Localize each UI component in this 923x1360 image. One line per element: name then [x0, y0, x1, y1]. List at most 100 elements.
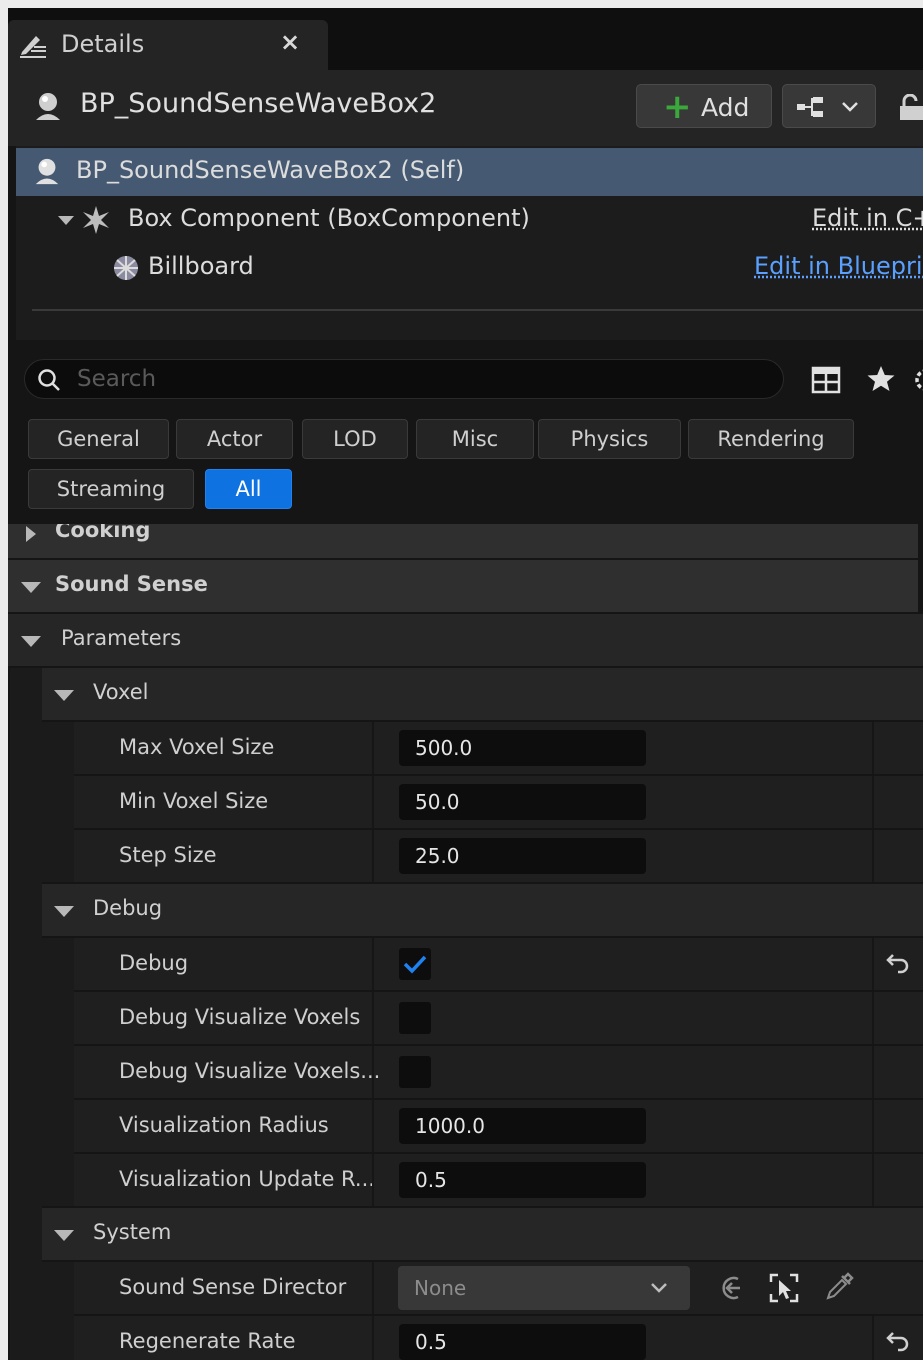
select-actor-icon[interactable] — [768, 1272, 800, 1304]
tab-details[interactable]: Details × — [8, 20, 328, 70]
column-divider[interactable] — [372, 938, 374, 990]
collapse-arrow-icon[interactable] — [21, 636, 41, 647]
filter-physics-button[interactable]: Physics — [538, 419, 681, 459]
indent-guide — [10, 668, 42, 1360]
use-selected-asset-icon[interactable] — [716, 1274, 748, 1302]
column-divider — [872, 722, 874, 774]
column-divider[interactable] — [372, 1316, 374, 1360]
category-cooking-label: Cooking — [55, 524, 151, 542]
column-divider[interactable] — [372, 1100, 374, 1152]
column-divider[interactable] — [372, 776, 374, 828]
property-label: Debug Visualize Voxels... — [119, 1059, 381, 1083]
favorites-star-icon[interactable] — [866, 364, 896, 394]
indent-guide — [42, 722, 74, 882]
tab-title: Details — [61, 30, 145, 58]
search-input[interactable] — [77, 363, 757, 395]
column-divider — [872, 776, 874, 828]
category-sound-sense[interactable]: Sound Sense — [8, 560, 918, 612]
search-icon — [38, 369, 60, 391]
tree-billboard-label: Billboard — [148, 252, 254, 280]
billboard-icon — [114, 256, 138, 280]
edit-in-blueprint-link[interactable]: Edit in Blueprint — [754, 252, 923, 280]
property-regenerate-rate: Regenerate Rate 0.5 — [74, 1316, 923, 1360]
property-label: Visualization Radius — [119, 1113, 329, 1137]
search-box[interactable] — [24, 359, 784, 399]
column-divider[interactable] — [372, 992, 374, 1044]
edit-in-cpp-link[interactable]: Edit in C++ — [812, 204, 923, 232]
category-sound-sense-label: Sound Sense — [55, 572, 208, 596]
plus-icon: + — [663, 87, 692, 127]
property-label: Regenerate Rate — [119, 1329, 296, 1353]
category-cooking[interactable]: Cooking — [8, 524, 918, 558]
tab-bar: Details × — [8, 8, 923, 70]
lock-icon[interactable] — [898, 94, 923, 122]
tree-row-self[interactable]: BP_SoundSenseWaveBox2 (Self) — [16, 148, 923, 196]
eyedropper-icon[interactable] — [824, 1272, 854, 1302]
property-visualization-radius: Visualization Radius 1000.0 — [74, 1100, 923, 1152]
add-button-label: Add — [701, 93, 750, 122]
collapse-arrow-icon[interactable] — [21, 582, 41, 593]
reset-to-default-icon[interactable] — [886, 952, 910, 974]
debug-visualize-voxels-2-checkbox[interactable] — [399, 1056, 431, 1088]
regenerate-rate-field[interactable]: 0.5 — [399, 1324, 646, 1360]
property-label: Step Size — [119, 843, 217, 867]
collapse-arrow-icon[interactable] — [58, 216, 74, 225]
column-divider[interactable] — [372, 1262, 374, 1314]
filter-rendering-button[interactable]: Rendering — [688, 419, 854, 459]
visualization-radius-field[interactable]: 1000.0 — [399, 1108, 646, 1144]
column-divider[interactable] — [372, 1154, 374, 1206]
group-debug[interactable]: Debug — [42, 884, 923, 936]
settings-gear-icon[interactable] — [912, 366, 923, 394]
max-voxel-size-field[interactable]: 500.0 — [399, 730, 646, 766]
column-divider[interactable] — [372, 722, 374, 774]
property-max-voxel-size: Max Voxel Size 500.0 — [74, 722, 923, 774]
filter-misc-button[interactable]: Misc — [416, 419, 534, 459]
collapse-arrow-icon[interactable] — [54, 1230, 74, 1241]
group-parameters-label: Parameters — [61, 626, 182, 650]
details-panel: Details × BP_SoundSenseWaveBox2 + Add BP… — [8, 8, 923, 1360]
debug-visualize-voxels-checkbox[interactable] — [399, 1002, 431, 1034]
reset-to-default-icon[interactable] — [886, 1330, 910, 1352]
property-debug: Debug — [74, 938, 923, 990]
hierarchy-icon — [797, 97, 823, 117]
debug-checkbox[interactable] — [399, 948, 431, 980]
filter-actor-button[interactable]: Actor — [176, 419, 293, 459]
property-label: Sound Sense Director — [119, 1275, 347, 1299]
tree-self-label: BP_SoundSenseWaveBox2 (Self) — [76, 156, 465, 184]
column-divider — [872, 1154, 874, 1206]
tree-row-billboard[interactable]: Billboard Edit in Blueprint — [16, 244, 923, 292]
tree-row-box-component[interactable]: Box Component (BoxComponent) Edit in C++ — [16, 196, 923, 244]
actor-icon — [36, 93, 60, 120]
chevron-down-icon — [651, 1283, 667, 1293]
column-divider — [872, 938, 874, 990]
column-divider[interactable] — [372, 1046, 374, 1098]
actor-header: BP_SoundSenseWaveBox2 + Add — [8, 70, 923, 146]
group-system[interactable]: System — [42, 1208, 923, 1260]
collapse-arrow-icon[interactable] — [54, 690, 74, 701]
group-voxel[interactable]: Voxel — [42, 668, 923, 720]
property-debug-visualize-voxels-2: Debug Visualize Voxels... — [74, 1046, 923, 1098]
visualization-update-rate-field[interactable]: 0.5 — [399, 1162, 646, 1198]
add-component-button[interactable]: + Add — [636, 84, 772, 128]
group-voxel-label: Voxel — [93, 680, 149, 704]
property-matrix-icon[interactable] — [810, 364, 842, 396]
filter-lod-button[interactable]: LOD — [302, 419, 408, 459]
property-label: Max Voxel Size — [119, 735, 275, 759]
group-parameters[interactable]: Parameters — [8, 614, 923, 666]
blueprint-options-button[interactable] — [782, 84, 876, 128]
property-list: Cooking Sound Sense Parameters Voxel Max… — [8, 524, 923, 1360]
sound-sense-director-dropdown[interactable]: None — [398, 1266, 690, 1310]
expand-arrow-icon[interactable] — [26, 526, 36, 542]
close-tab-icon[interactable]: × — [280, 28, 300, 56]
filter-streaming-button[interactable]: Streaming — [28, 469, 194, 509]
collapse-arrow-icon[interactable] — [54, 906, 74, 917]
column-divider[interactable] — [372, 830, 374, 882]
filter-all-button[interactable]: All — [205, 469, 292, 509]
property-label: Min Voxel Size — [119, 789, 269, 813]
column-divider — [872, 992, 874, 1044]
column-divider — [872, 1100, 874, 1152]
property-label: Debug — [119, 951, 189, 975]
step-size-field[interactable]: 25.0 — [399, 838, 646, 874]
min-voxel-size-field[interactable]: 50.0 — [399, 784, 646, 820]
filter-general-button[interactable]: General — [28, 419, 169, 459]
